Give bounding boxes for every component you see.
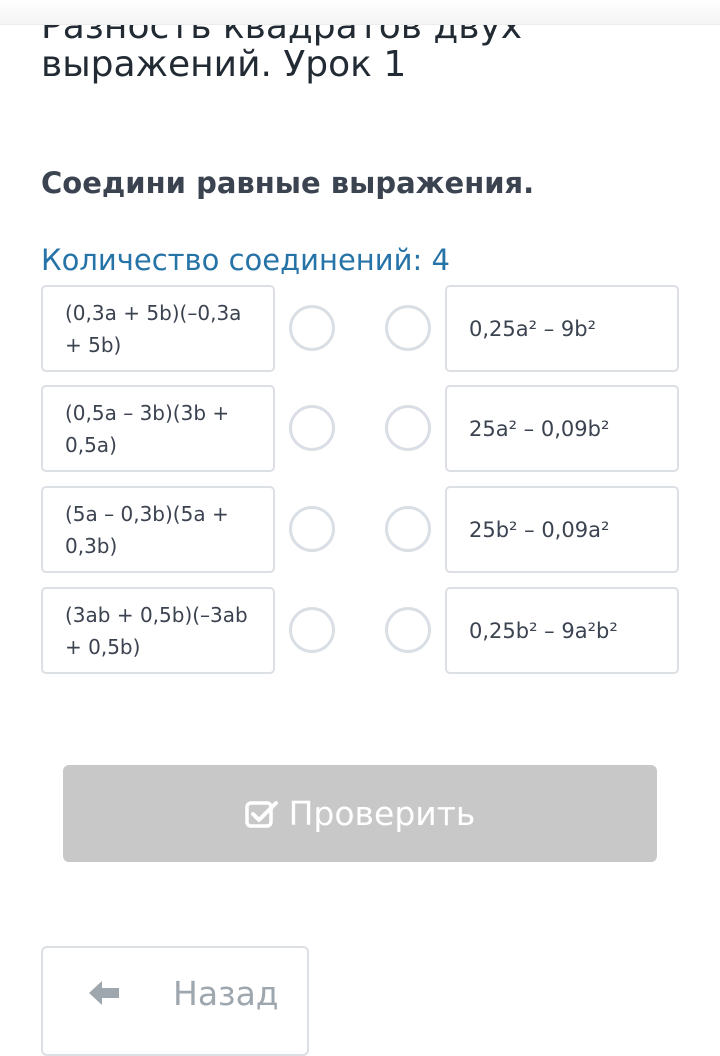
check-square-icon [244,799,279,829]
right-connector-4[interactable] [385,607,431,653]
check-button[interactable]: Проверить [63,765,657,862]
left-item-4[interactable]: (3ab + 0,5b)(–3ab + 0,5b) [41,587,275,674]
left-connector-2[interactable] [289,405,335,451]
right-item-4[interactable]: 0,25b² – 9a²b² [445,587,679,674]
right-connector-3[interactable] [385,506,431,552]
back-button[interactable]: Назад [41,946,309,1056]
right-item-2[interactable]: 25a² – 0,09b² [445,385,679,472]
check-button-label: Проверить [288,794,476,833]
right-connector-2[interactable] [385,405,431,451]
arrow-left-icon [87,978,121,1012]
top-bar [0,0,720,25]
left-connector-4[interactable] [289,607,335,653]
left-connector-3[interactable] [289,506,335,552]
back-button-label: Назад [173,974,279,1013]
left-item-3[interactable]: (5a – 0,3b)(5a + 0,3b) [41,486,275,573]
connections-count: Количество соединений: 4 [41,243,450,277]
right-item-3[interactable]: 25b² – 0,09a² [445,486,679,573]
right-item-1[interactable]: 0,25a² – 9b² [445,285,679,372]
left-item-1[interactable]: (0,3a + 5b)(–0,3a + 5b) [41,285,275,372]
left-connector-1[interactable] [289,305,335,351]
left-item-2[interactable]: (0,5a – 3b)(3b + 0,5a) [41,385,275,472]
task-title: Соедини равные выражения. [41,166,535,200]
right-connector-1[interactable] [385,305,431,351]
